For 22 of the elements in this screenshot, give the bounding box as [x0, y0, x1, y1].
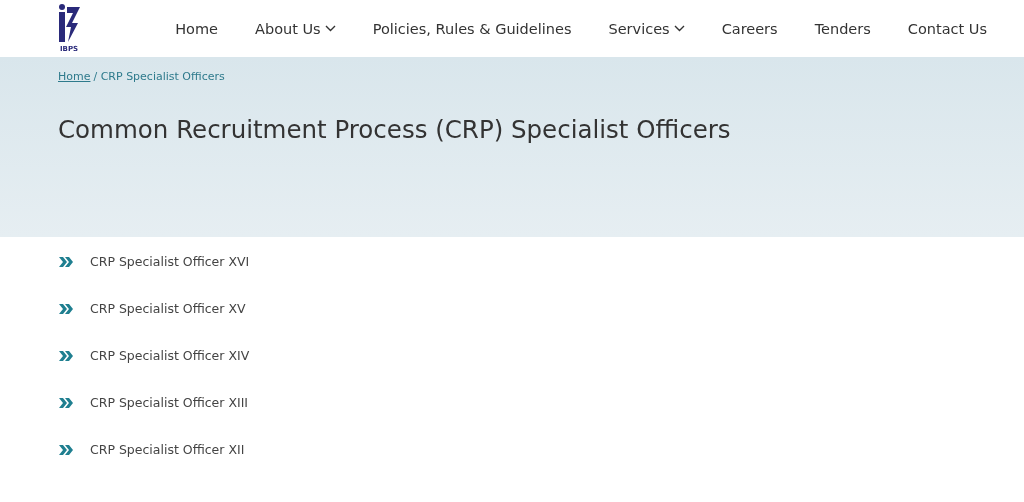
- chevron-down-icon: [673, 25, 685, 32]
- nav-link[interactable]: Services: [589, 20, 704, 37]
- nav-link[interactable]: Careers: [703, 20, 797, 37]
- breadcrumb-current: / CRP Specialist Officers: [93, 70, 225, 83]
- page-title: Common Recruitment Process (CRP) Specialist Officers: [58, 115, 732, 144]
- nav-link[interactable]: Policies, Rules & Guidelines: [354, 20, 590, 37]
- double-chevron-icon: [58, 302, 74, 315]
- nav-link[interactable]: Tenders: [796, 20, 890, 37]
- double-chevron-icon: [58, 396, 74, 409]
- double-chevron-icon: [58, 349, 74, 362]
- double-chevron-icon: [58, 443, 74, 456]
- officer-link[interactable]: CRP Specialist Officer XIII: [90, 395, 249, 410]
- nav-link[interactable]: Contact Us: [889, 20, 987, 37]
- nav-link[interactable]: About Us: [236, 20, 355, 37]
- nav-link[interactable]: Home: [156, 20, 237, 37]
- officer-link[interactable]: CRP Specialist Officer XII: [90, 442, 245, 457]
- officer-link[interactable]: CRP Specialist Officer XV: [90, 301, 246, 316]
- breadcrumb-link[interactable]: Home: [58, 70, 91, 83]
- officer-link[interactable]: CRP Specialist Officer XIV: [90, 348, 250, 363]
- double-chevron-icon: [58, 255, 74, 268]
- officer-link[interactable]: CRP Specialist Officer XVI: [90, 254, 250, 269]
- chevron-down-icon: [324, 25, 336, 32]
